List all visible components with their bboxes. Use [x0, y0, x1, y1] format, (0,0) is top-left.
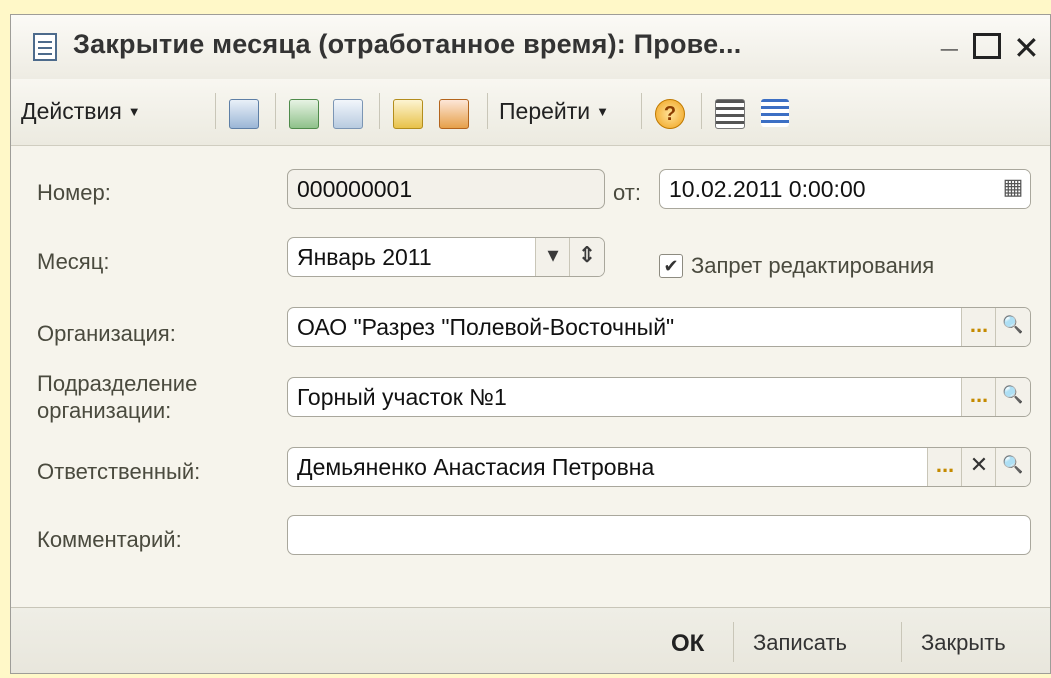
month-label: Месяц:	[37, 249, 110, 274]
minimize-button[interactable]: _	[941, 21, 958, 55]
maximize-button[interactable]	[973, 33, 1001, 59]
goto-menu[interactable]: Перейти ▼	[499, 93, 609, 129]
ok-button[interactable]: ОК	[671, 630, 704, 658]
department-field[interactable]: Горный участок №1 ... 🔍	[287, 377, 1031, 417]
toolbar-separator	[641, 93, 642, 129]
chevron-down-icon: ▼	[596, 103, 610, 119]
footer-separator	[901, 622, 902, 662]
move-in-icon[interactable]	[393, 99, 423, 129]
organization-label: Организация:	[37, 321, 176, 346]
responsible-select-button[interactable]: ...	[927, 448, 962, 486]
organization-field[interactable]: ОАО "Разрез "Полевой-Восточный" ... 🔍	[287, 307, 1031, 347]
edit-lock-label: Запрет редактирования	[691, 253, 935, 278]
number-field[interactable]: 000000001	[287, 169, 605, 209]
department-select-button[interactable]: ...	[961, 378, 996, 416]
list-icon[interactable]	[715, 99, 745, 129]
organization-value: ОАО "Разрез "Полевой-Восточный"	[297, 314, 675, 340]
spin-icon: ⇕	[577, 242, 597, 267]
search-icon[interactable]: 🔍	[995, 448, 1030, 486]
month-dropdown-button[interactable]: ▾	[535, 238, 570, 276]
toolbar: Действия ▼ Перейти ▼ ?	[11, 79, 1050, 146]
date-field[interactable]: 10.02.2011 0:00:00 ▦	[659, 169, 1031, 209]
footer-bar: ОК Записать Закрыть	[11, 607, 1050, 673]
calendar-icon[interactable]: ▦	[996, 170, 1030, 208]
month-field[interactable]: Январь 2011 ▾ ⇕	[287, 237, 605, 277]
chevron-down-icon: ▼	[127, 103, 141, 119]
post-document-icon[interactable]	[229, 99, 259, 129]
toolbar-separator	[701, 93, 702, 129]
comment-label: Комментарий:	[37, 527, 182, 552]
move-out-icon[interactable]	[439, 99, 469, 129]
help-icon[interactable]: ?	[655, 99, 685, 129]
responsible-label: Ответственный:	[37, 459, 201, 484]
toolbar-separator	[275, 93, 276, 129]
structure-icon[interactable]	[761, 99, 789, 127]
footer-separator	[733, 622, 734, 662]
refresh-icon[interactable]	[289, 99, 319, 129]
date-value: 10.02.2011 0:00:00	[669, 176, 866, 202]
month-spin-button[interactable]: ⇕	[569, 238, 604, 276]
search-icon[interactable]: 🔍	[995, 378, 1030, 416]
close-window-button[interactable]: ✕	[1013, 29, 1040, 67]
search-icon[interactable]: 🔍	[995, 308, 1030, 346]
document-icon	[33, 33, 57, 61]
clear-icon[interactable]: ✕	[961, 448, 996, 486]
responsible-value: Демьяненко Анастасия Петровна	[297, 454, 655, 480]
save-button[interactable]: Записать	[753, 630, 847, 656]
window-title: Закрытие месяца (отработанное время): Пр…	[73, 29, 742, 59]
title-bar: Закрытие месяца (отработанное время): Пр…	[11, 15, 1050, 80]
close-button[interactable]: Закрыть	[921, 630, 1006, 656]
toolbar-separator	[379, 93, 380, 129]
department-label-line1: Подразделение	[37, 371, 198, 396]
toolbar-separator	[487, 93, 488, 129]
responsible-field[interactable]: Демьяненко Анастасия Петровна ... ✕ 🔍	[287, 447, 1031, 487]
organization-select-button[interactable]: ...	[961, 308, 996, 346]
edit-lock-checkbox[interactable]: ✔	[659, 254, 683, 278]
actions-menu-label: Действия	[21, 97, 122, 124]
month-value: Январь 2011	[297, 244, 432, 270]
actions-menu[interactable]: Действия ▼	[21, 93, 141, 129]
date-label: от:	[613, 180, 641, 205]
comment-field[interactable]	[287, 515, 1031, 555]
department-value: Горный участок №1	[297, 384, 507, 410]
department-label-line2: организации:	[37, 398, 172, 423]
copy-icon[interactable]	[333, 99, 363, 129]
goto-menu-label: Перейти	[499, 97, 591, 124]
number-label: Номер:	[37, 180, 111, 205]
document-window: Закрытие месяца (отработанное время): Пр…	[10, 14, 1051, 674]
toolbar-separator	[215, 93, 216, 129]
chevron-down-icon: ▾	[547, 242, 559, 267]
